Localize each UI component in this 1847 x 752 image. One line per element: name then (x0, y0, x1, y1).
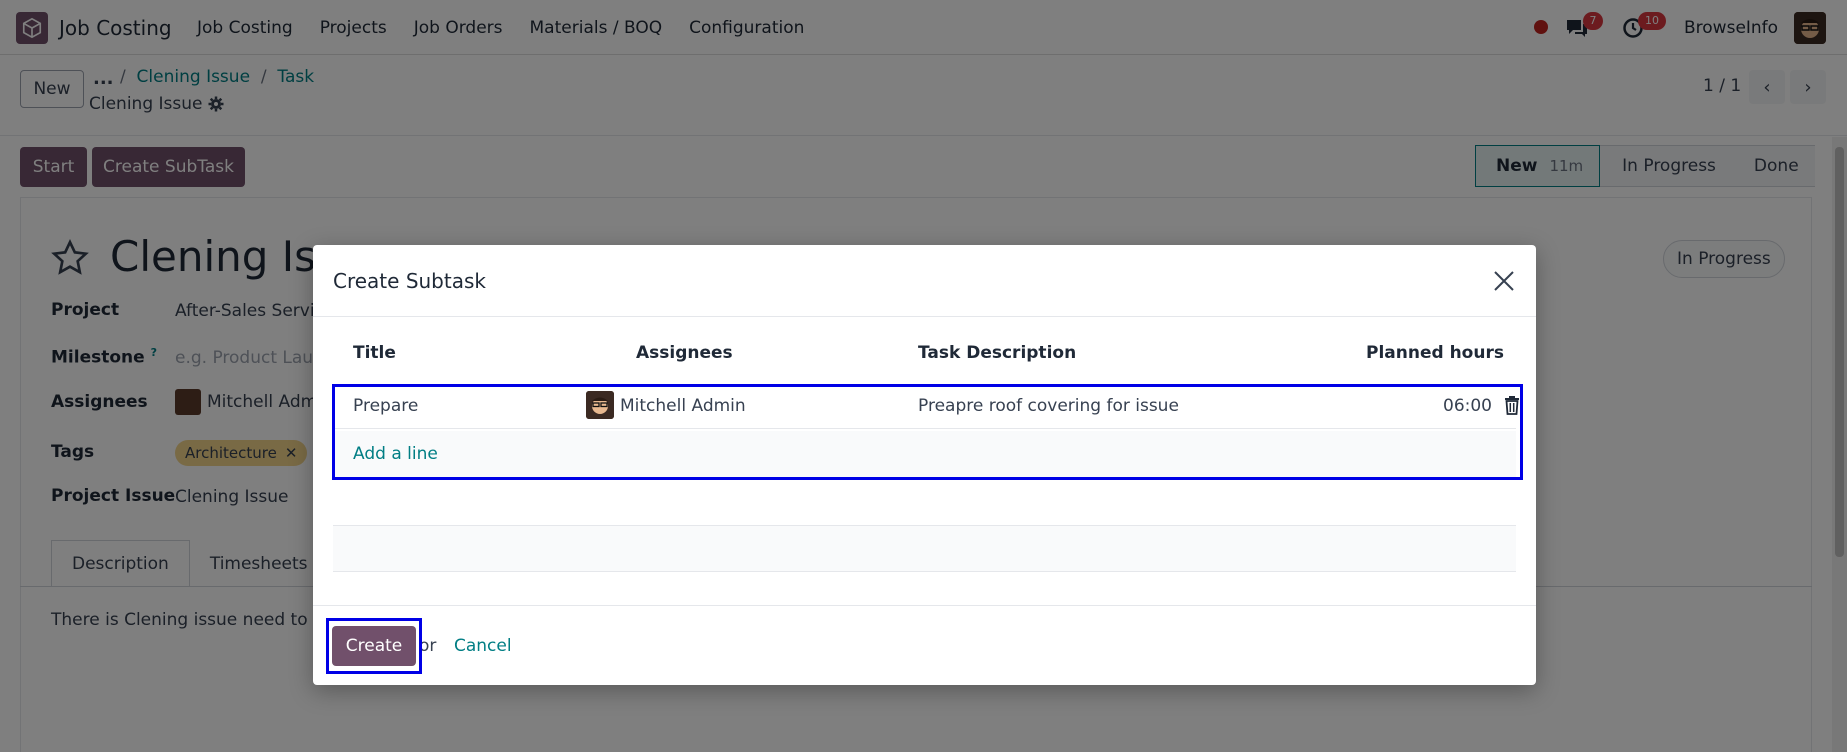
highlight-subtask-table (332, 384, 1523, 480)
column-title[interactable]: Title (353, 343, 396, 363)
create-subtask-dialog: Create Subtask Title Assignees Task Desc… (313, 245, 1536, 685)
dialog-header: Create Subtask (313, 245, 1536, 317)
table-empty-row (333, 525, 1516, 572)
highlight-create-button (326, 618, 422, 674)
cancel-button[interactable]: Cancel (454, 636, 512, 656)
column-assignees[interactable]: Assignees (636, 343, 733, 363)
close-icon[interactable] (1492, 269, 1516, 293)
column-planned-hours[interactable]: Planned hours (1366, 343, 1504, 363)
dialog-title: Create Subtask (333, 269, 486, 293)
dialog-footer: Create or Cancel (313, 605, 1536, 685)
column-task-description[interactable]: Task Description (918, 343, 1076, 363)
subtask-table-header: Title Assignees Task Description Planned… (333, 333, 1516, 373)
